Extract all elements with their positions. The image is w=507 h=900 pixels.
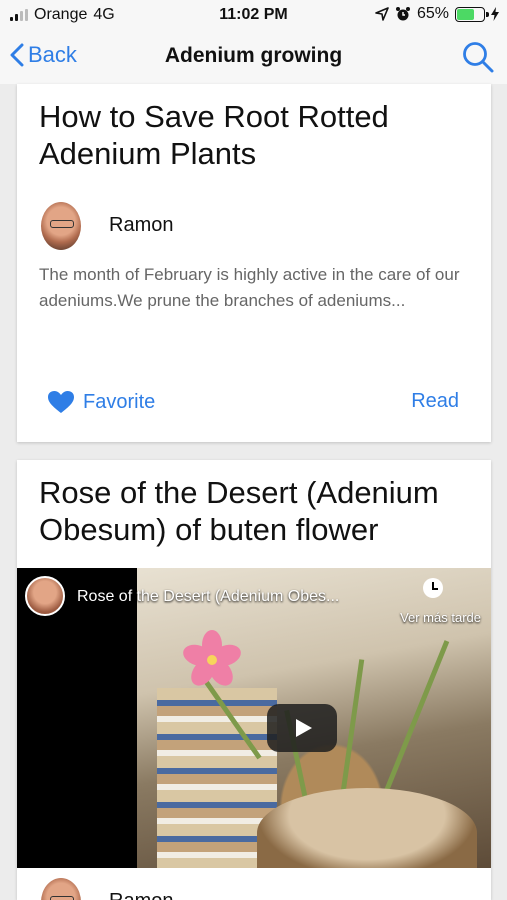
page-title: Adenium growing xyxy=(164,44,343,67)
status-bar: Orange 4G 11:02 PM 65% xyxy=(0,0,507,30)
watch-later-label[interactable]: Ver más tarde xyxy=(400,610,481,625)
author-avatar xyxy=(41,202,81,250)
alarm-icon xyxy=(395,7,410,21)
battery-icon xyxy=(455,6,489,22)
flower-image xyxy=(180,630,244,691)
location-icon xyxy=(375,7,389,21)
article-title[interactable]: How to Save Root Rotted Adenium Plants xyxy=(39,98,479,172)
article-title[interactable]: Rose of the Desert (Adenium Obesum) of b… xyxy=(39,474,479,548)
article-card[interactable]: Rose of the Desert (Adenium Obesum) of b… xyxy=(17,460,491,900)
favorite-button[interactable]: Favorite xyxy=(47,390,155,414)
read-button[interactable]: Read xyxy=(411,390,459,413)
favorite-label: Favorite xyxy=(83,390,156,413)
status-icons: 65% xyxy=(375,5,499,23)
video-title[interactable]: Rose of the Desert (Adenium Obes... xyxy=(77,588,339,606)
channel-avatar[interactable] xyxy=(25,576,65,616)
author-avatar xyxy=(41,878,81,900)
heart-icon xyxy=(48,391,74,413)
video-player[interactable]: Rose of the Desert (Adenium Obes... Ver … xyxy=(17,568,491,868)
author-name: Ramon xyxy=(109,214,174,236)
navigation-bar: Back Adenium growing xyxy=(0,30,507,84)
clock-icon[interactable] xyxy=(423,578,443,598)
play-button[interactable] xyxy=(267,704,337,752)
article-excerpt: The month of February is highly active i… xyxy=(39,265,460,310)
article-card[interactable]: How to Save Root Rotted Adenium Plants R… xyxy=(17,84,491,442)
charging-icon xyxy=(491,7,499,21)
search-button[interactable] xyxy=(461,40,495,79)
battery-percent: 65% xyxy=(416,5,449,22)
search-icon xyxy=(463,42,494,73)
author-name: Ramon xyxy=(109,890,173,900)
